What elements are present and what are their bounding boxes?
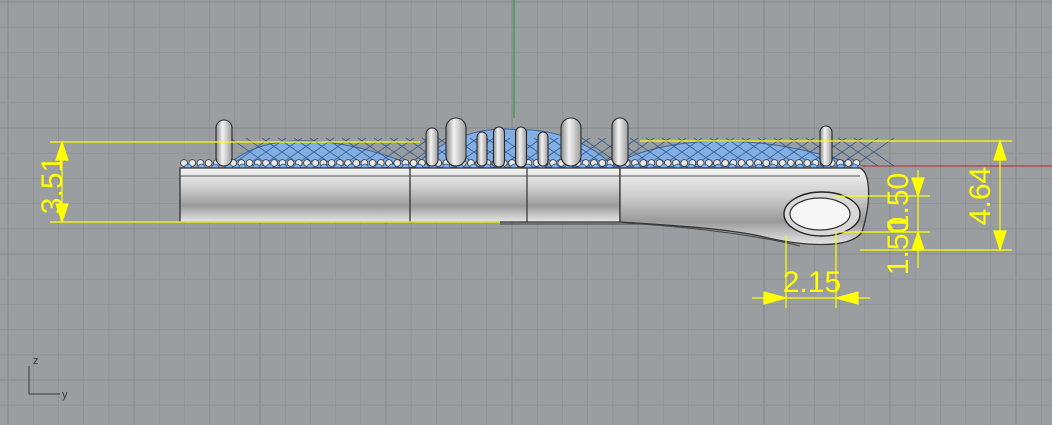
band-body[interactable] bbox=[179, 167, 870, 247]
dimension-label-3-51[interactable]: 3.51 bbox=[36, 156, 69, 214]
viewport-canvas[interactable]: 3.51 4.64 1.50 1.50 2.15 z y bbox=[0, 0, 1052, 425]
axis-label-y: y bbox=[62, 389, 68, 401]
axis-gizmo: z y bbox=[28, 355, 68, 401]
dimension-label-2-15[interactable]: 2.15 bbox=[783, 266, 841, 299]
axis-label-z: z bbox=[33, 355, 39, 367]
loop-eyelet[interactable] bbox=[783, 191, 861, 237]
dimension-label-4-64[interactable]: 4.64 bbox=[964, 167, 997, 225]
dimension-label-1-50-lower[interactable]: 1.50 bbox=[882, 217, 915, 275]
viewport-3d[interactable]: 3.51 4.64 1.50 1.50 2.15 z y bbox=[0, 0, 1052, 425]
